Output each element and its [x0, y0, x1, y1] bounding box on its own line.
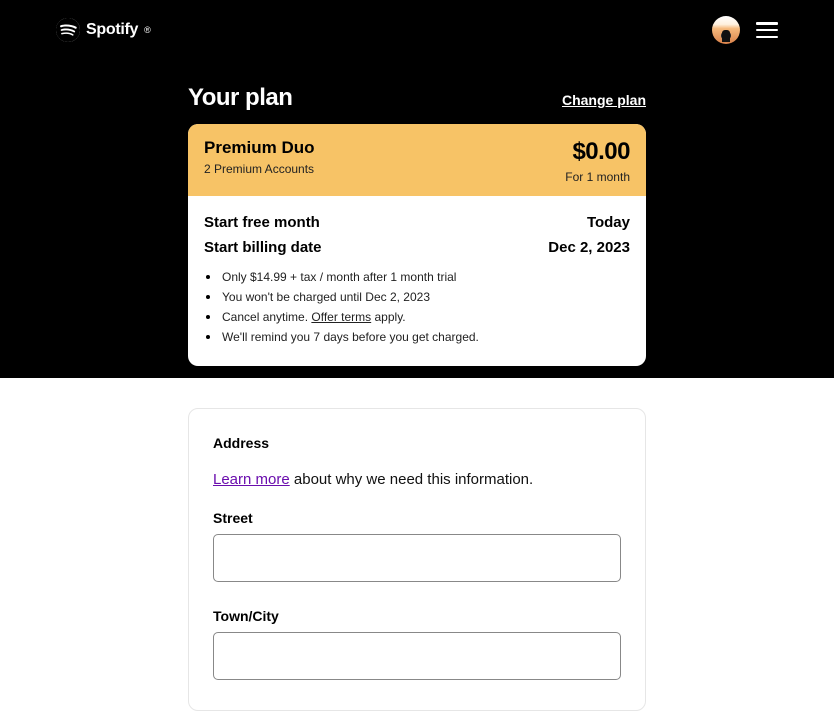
address-form-card: Address Learn more about why we need thi…: [188, 408, 646, 711]
city-label: Town/City: [213, 608, 621, 624]
plan-row: Start free month Today: [204, 214, 630, 231]
city-input[interactable]: [213, 632, 621, 680]
change-plan-link[interactable]: Change plan: [562, 92, 646, 108]
hamburger-menu-icon[interactable]: [756, 22, 778, 38]
plan-note: Cancel anytime. Offer terms apply.: [204, 310, 630, 324]
plan-row-label: Start billing date: [204, 239, 322, 256]
plan-note-text: Cancel anytime.: [222, 310, 311, 324]
plan-row-label: Start free month: [204, 214, 320, 231]
plan-section-title: Your plan: [188, 84, 292, 112]
learn-more-link[interactable]: Learn more: [213, 471, 290, 488]
plan-row-value: Today: [587, 214, 630, 231]
street-label: Street: [213, 510, 621, 526]
street-input[interactable]: [213, 534, 621, 582]
avatar[interactable]: [712, 16, 740, 44]
plan-note: Only $14.99 + tax / month after 1 month …: [204, 270, 630, 284]
spotify-icon: [56, 18, 80, 42]
brand-name: Spotify: [86, 21, 138, 39]
registered-mark: ®: [144, 25, 151, 35]
plan-row-value: Dec 2, 2023: [548, 239, 630, 256]
plan-price-term: For 1 month: [565, 170, 630, 184]
plan-note-text: apply.: [371, 310, 405, 324]
offer-terms-link[interactable]: Offer terms: [311, 310, 371, 324]
plan-row: Start billing date Dec 2, 2023: [204, 239, 630, 256]
brand-logo[interactable]: Spotify ®: [56, 18, 151, 42]
address-info: Learn more about why we need this inform…: [213, 471, 621, 488]
plan-note: We'll remind you 7 days before you get c…: [204, 330, 630, 344]
plan-price: $0.00: [565, 138, 630, 166]
plan-card: Premium Duo 2 Premium Accounts $0.00 For…: [188, 124, 646, 366]
app-header: Spotify ®: [0, 0, 834, 52]
plan-name: Premium Duo: [204, 138, 315, 158]
address-title: Address: [213, 435, 621, 451]
plan-subline: 2 Premium Accounts: [204, 162, 315, 176]
plan-note: You won't be charged until Dec 2, 2023: [204, 290, 630, 304]
address-info-text: about why we need this information.: [290, 471, 533, 488]
